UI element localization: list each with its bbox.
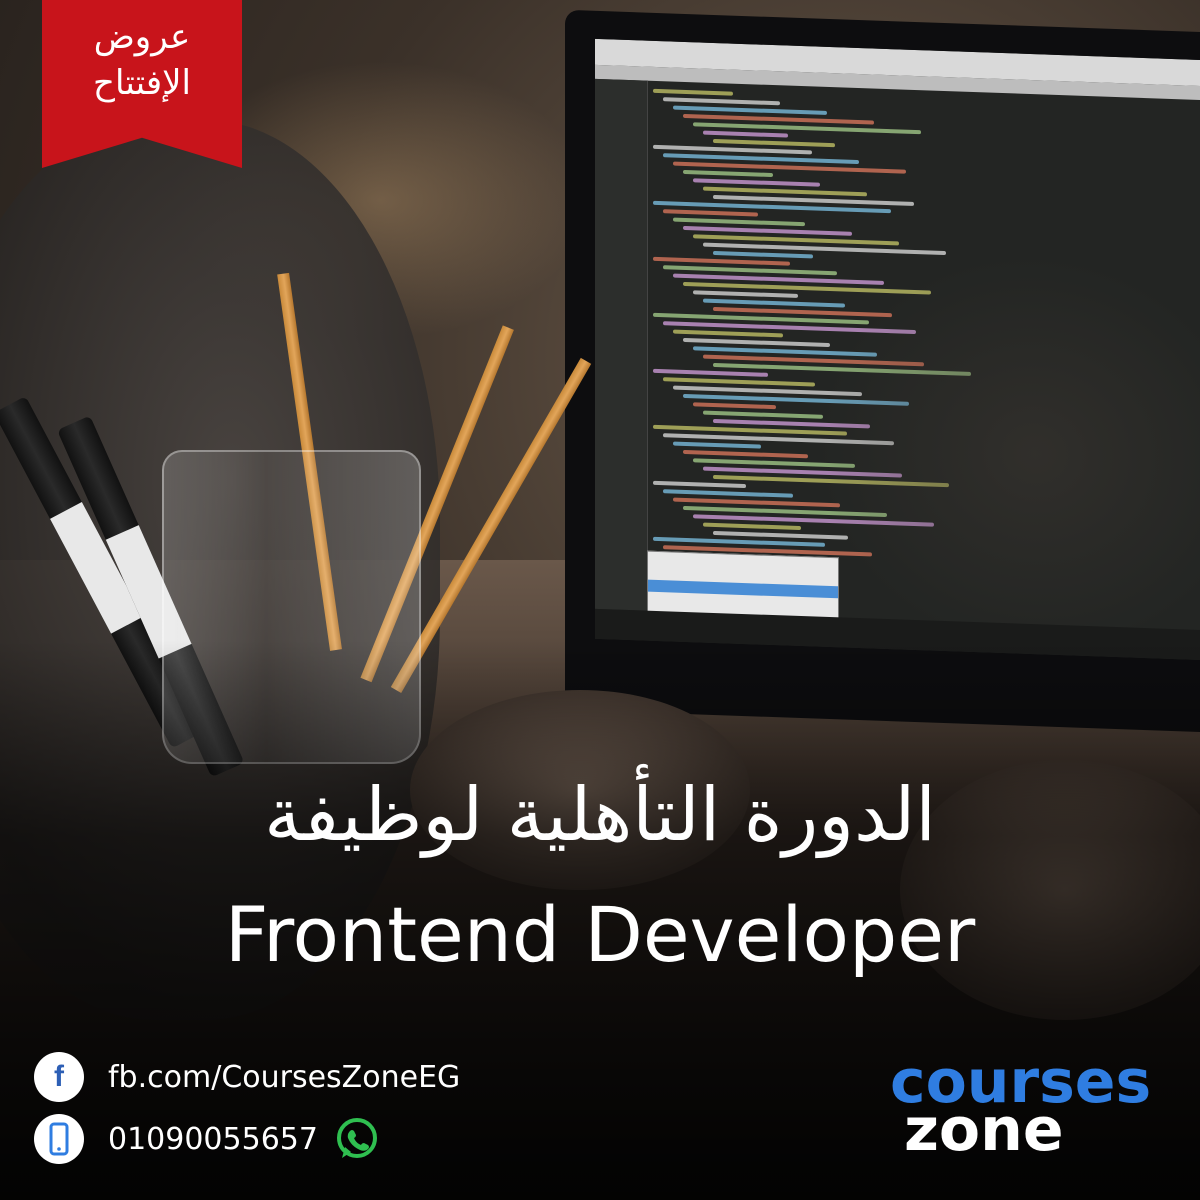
code-line xyxy=(713,138,835,148)
code-line xyxy=(693,402,776,410)
mobile-phone-icon xyxy=(34,1114,84,1164)
facebook-contact: f fb.com/CoursesZoneEG xyxy=(34,1052,460,1102)
whatsapp-icon xyxy=(336,1118,377,1158)
code-line xyxy=(673,441,761,449)
code-line xyxy=(653,368,768,377)
code-line xyxy=(653,256,790,266)
courses-zone-logo: courses zone xyxy=(890,1052,1180,1162)
offer-line-1: عروض xyxy=(93,17,191,57)
phone-contact: 01090055657 xyxy=(34,1114,380,1164)
offer-line-2: الإفتتاح xyxy=(93,63,191,103)
headline-arabic: الدورة التأهلية لوظيفة xyxy=(264,772,936,858)
code-line xyxy=(703,130,788,138)
code-line xyxy=(713,250,813,259)
code-line xyxy=(683,449,808,459)
code-line xyxy=(653,480,746,489)
promo-banner: عروض الإفتتاح الدورة التأهلية لوظيفة Fro… xyxy=(0,0,1200,1200)
autocomplete-selection xyxy=(648,579,838,599)
phone-number[interactable]: 01090055657 xyxy=(108,1122,318,1157)
line-number-gutter xyxy=(595,78,648,611)
code-line xyxy=(703,410,823,419)
code-line xyxy=(663,209,758,217)
logo-word-zone: zone xyxy=(904,1095,1064,1165)
code-line xyxy=(683,337,830,348)
code-line xyxy=(693,290,798,298)
code-line xyxy=(713,530,848,540)
code-line xyxy=(663,97,780,106)
code-line xyxy=(673,329,783,338)
code-editor-screen xyxy=(595,38,1200,663)
facebook-url[interactable]: fb.com/CoursesZoneEG xyxy=(108,1060,460,1095)
code-line xyxy=(703,522,801,531)
code-line xyxy=(693,178,820,187)
offer-ribbon-text: عروض الإفتتاح xyxy=(42,14,242,106)
code-line xyxy=(683,169,773,178)
code-line xyxy=(653,88,733,96)
code-line xyxy=(663,489,793,498)
code-line xyxy=(703,298,845,308)
code-line xyxy=(673,217,805,227)
screen-reflection xyxy=(815,246,1200,662)
facebook-icon: f xyxy=(34,1052,84,1102)
headline-english: Frontend Developer xyxy=(224,890,976,979)
